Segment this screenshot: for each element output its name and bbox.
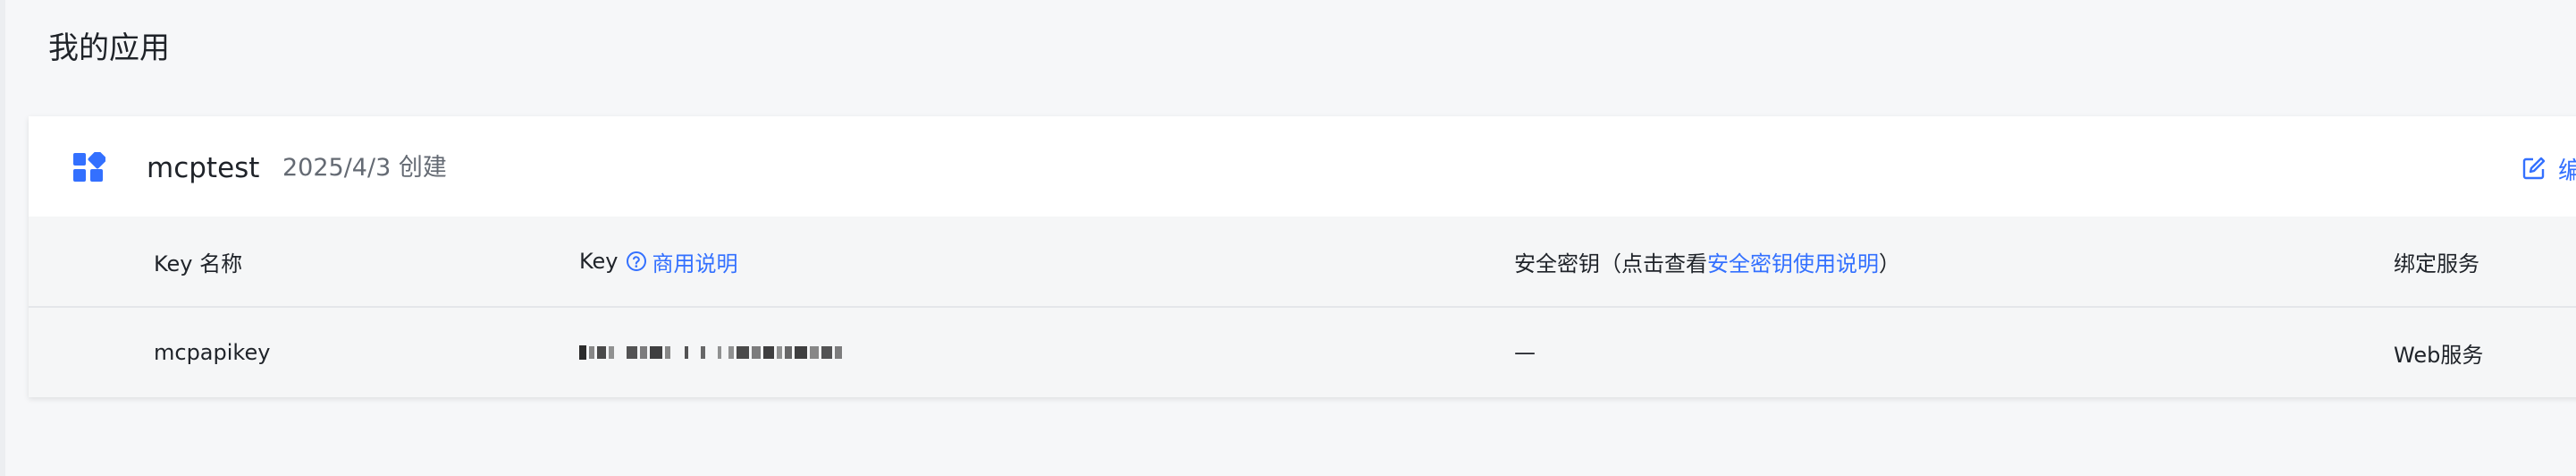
row-bound-service: Web服务 xyxy=(2394,308,2483,397)
app-created-date: 2025/4/3 创建 xyxy=(282,154,447,182)
masked-key-value xyxy=(579,342,845,363)
row-secret: — xyxy=(1514,308,1536,397)
col-key-name: Key 名称 xyxy=(154,217,242,306)
col-key-name-label: Key 名称 xyxy=(154,251,243,276)
app-grid-icon xyxy=(73,152,105,182)
edit-label: 编 xyxy=(2558,157,2576,185)
col-secret-label: 安全密钥（点击查看 xyxy=(1514,251,1707,276)
col-key: Key 商用说明 xyxy=(579,217,738,306)
help-circle-icon[interactable] xyxy=(626,251,647,272)
col-secret: 安全密钥（点击查看 安全密钥使用说明） xyxy=(1514,217,1900,306)
secret-usage-link[interactable]: 安全密钥使用说明 xyxy=(1707,246,1879,277)
table-header: Key 名称 Key 商用说明 安全密钥（点击查看 安全密钥使用说明） 绑定服务 xyxy=(29,217,2576,308)
col-bound-service: 绑定服务 xyxy=(2394,217,2479,306)
app-card: mcptest 2025/4/3 创建 编 Key 名称 Key 商用说明 安全… xyxy=(29,116,2576,397)
col-key-label: Key xyxy=(579,249,619,274)
bound-service-value: Web服务 xyxy=(2394,342,2484,368)
table-row: mcpapikey — Web服务 xyxy=(29,308,2576,397)
edit-button[interactable]: 编 xyxy=(2522,149,2576,188)
app-name: mcptest xyxy=(147,152,260,184)
row-key-masked xyxy=(579,308,845,397)
row-key-name: mcpapikey xyxy=(154,308,270,397)
app-card-header: mcptest 2025/4/3 创建 编 xyxy=(29,116,2576,217)
key-name-value: mcpapikey xyxy=(154,340,271,365)
commercial-usage-link[interactable]: 商用说明 xyxy=(652,246,738,277)
left-edge xyxy=(0,0,5,476)
secret-value: — xyxy=(1514,340,1536,365)
edit-icon xyxy=(2522,157,2546,180)
col-bound-service-label: 绑定服务 xyxy=(2394,251,2479,276)
col-secret-suffix: ） xyxy=(1879,251,1900,276)
page-title: 我的应用 xyxy=(48,30,170,66)
